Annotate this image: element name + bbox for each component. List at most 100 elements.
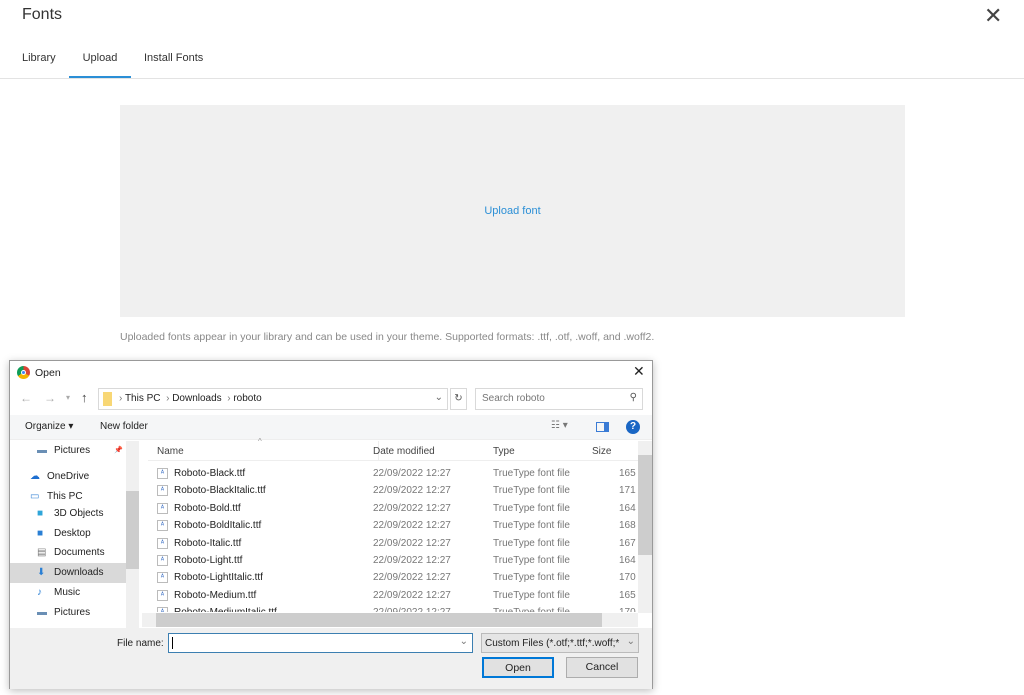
documents-icon: ▤ — [37, 547, 47, 558]
upload-font-link[interactable]: Upload font — [484, 205, 540, 217]
nav-item-onedrive[interactable]: ☁ OneDrive — [10, 467, 126, 487]
file-type: TrueType font file — [493, 502, 570, 514]
refresh-icon[interactable]: ↻ — [450, 388, 467, 410]
onedrive-icon: ☁ — [30, 471, 40, 482]
nav-item-label: This PC — [47, 491, 83, 502]
file-name-label: File name: — [117, 638, 164, 649]
close-icon[interactable]: ✕ — [984, 3, 1002, 29]
nav-item-label: Desktop — [54, 528, 91, 539]
navigation-pane: ▬ Pictures 📌 ☁ OneDrive ▭ This PC ■ 3D Objects ■ D… — [10, 441, 140, 628]
pin-icon: 📌 — [114, 447, 123, 454]
open-button[interactable]: Open — [482, 657, 554, 678]
tab-upload[interactable]: Upload — [69, 52, 131, 78]
file-type: TrueType font file — [493, 607, 570, 612]
file-row[interactable]: ᴬ Roboto-BoldItalic.ttf 22/09/2022 12:27 Tr… — [148, 518, 638, 535]
nav-item-downloads[interactable]: ⬇ Downloads — [10, 563, 126, 583]
recent-dropdown-icon[interactable]: ▾ — [66, 393, 70, 402]
file-date: 22/09/2022 12:27 — [373, 589, 451, 601]
nav-item-desktop[interactable]: ■ Desktop — [10, 524, 126, 544]
chevron-down-icon[interactable]: ⌄ — [460, 636, 468, 647]
pictures-icon: ▬ — [37, 445, 47, 456]
breadcrumb-roboto[interactable]: roboto — [233, 393, 261, 404]
file-name-input[interactable]: ⌄ — [168, 633, 473, 653]
file-name: Roboto-BlackItalic.ttf — [174, 485, 266, 497]
file-size: 165 K — [619, 589, 638, 601]
dialog-title: Open — [35, 367, 61, 379]
back-icon[interactable]: ← — [20, 391, 32, 405]
file-date: 22/09/2022 12:27 — [373, 468, 451, 479]
file-type-select[interactable]: Custom Files (*.otf;*.ttf;*.woff;* ⌄ — [481, 633, 639, 653]
toolbar: Organize ▾ New folder ☷ ▾ ? — [10, 415, 652, 440]
search-icon: ⚲ — [629, 392, 637, 403]
nav-item-pictures[interactable]: ▬ Pictures — [10, 603, 126, 623]
upload-dropzone[interactable]: Upload font — [120, 105, 905, 317]
nav-scrollbar[interactable] — [126, 441, 139, 628]
nav-item-pictures[interactable]: ▬ Pictures 📌 — [10, 441, 126, 461]
downloads-icon: ⬇ — [37, 567, 46, 578]
file-horizontal-scrollbar[interactable] — [142, 613, 638, 627]
organize-button[interactable]: Organize ▾ — [25, 421, 73, 432]
file-name: Roboto-MediumItalic.ttf — [174, 607, 277, 612]
file-name: Roboto-Medium.ttf — [174, 589, 257, 601]
file-type: TrueType font file — [493, 537, 570, 549]
file-name: Roboto-LightItalic.ttf — [174, 572, 263, 584]
nav-item-music[interactable]: ♪ Music — [10, 583, 126, 603]
file-date: 22/09/2022 12:27 — [373, 555, 451, 566]
file-row[interactable]: ᴬ Roboto-Bold.ttf 22/09/2022 12:27 TrueType… — [148, 501, 638, 518]
new-folder-button[interactable]: New folder — [100, 421, 148, 432]
file-date: 22/09/2022 12:27 — [373, 520, 451, 532]
dialog-footer: File name: ⌄ Custom Files (*.otf;*.ttf;*… — [10, 628, 652, 689]
file-name: Roboto-BoldItalic.ttf — [174, 520, 262, 532]
file-date: 22/09/2022 12:27 — [373, 572, 451, 584]
nav-item-label: 3D Objects — [54, 508, 104, 519]
upload-help-text: Uploaded fonts appear in your library an… — [120, 331, 655, 343]
file-name: Roboto-Italic.ttf — [174, 537, 242, 549]
file-row[interactable]: ᴬ Roboto-BlackItalic.ttf 22/09/2022 12:27 T… — [148, 483, 638, 500]
up-icon[interactable]: ↑ — [81, 390, 88, 405]
column-name[interactable]: Name — [157, 446, 184, 457]
file-row[interactable]: ᴬ Roboto-Light.ttf 22/09/2022 12:27 TrueTyp… — [148, 553, 638, 570]
font-file-icon: ᴬ — [157, 555, 168, 566]
nav-item-documents[interactable]: ▤ Documents — [10, 543, 126, 563]
file-type: TrueType font file — [493, 589, 570, 601]
forward-icon[interactable]: → — [44, 391, 56, 405]
file-type: TrueType font file — [493, 572, 570, 584]
column-type[interactable]: Type — [493, 446, 515, 457]
sort-up-icon: ^ — [258, 437, 262, 446]
column-size[interactable]: Size — [592, 446, 611, 457]
tab-install-fonts[interactable]: Install Fonts — [144, 52, 203, 78]
file-row[interactable]: ᴬ Roboto-LightItalic.ttf 22/09/2022 12:27 T… — [148, 570, 638, 587]
chevron-down-icon[interactable]: ⌄ — [435, 392, 443, 403]
dialog-close-icon[interactable]: ✕ — [633, 363, 645, 380]
preview-pane-icon[interactable] — [596, 422, 609, 432]
open-file-dialog: Open ✕ ← → ▾ ↑ › This PC › Downloads › r… — [9, 360, 653, 689]
address-bar[interactable]: › This PC › Downloads › roboto ⌄ — [98, 388, 448, 410]
desktop-icon: ■ — [37, 528, 44, 539]
font-file-icon: ᴬ — [157, 572, 168, 584]
file-row[interactable]: ᴬ Roboto-Medium.ttf 22/09/2022 12:27 TrueTy… — [148, 588, 638, 605]
view-options-icon[interactable]: ☷ ▾ — [551, 420, 568, 431]
chevron-down-icon: ⌄ — [626, 636, 635, 647]
file-date: 22/09/2022 12:27 — [373, 537, 451, 549]
search-input[interactable]: Search roboto ⚲ — [475, 388, 643, 410]
font-file-icon: ᴬ — [157, 537, 168, 549]
file-size: 170 K — [619, 607, 638, 612]
file-row[interactable]: ᴬ Roboto-Italic.ttf 22/09/2022 12:27 TrueTy… — [148, 536, 638, 553]
file-vertical-scrollbar[interactable] — [638, 441, 652, 613]
file-type: TrueType font file — [493, 555, 570, 566]
file-row[interactable]: ᴬ Roboto-Black.ttf 22/09/2022 12:27 TrueTyp… — [148, 466, 638, 483]
breadcrumb-this-pc[interactable]: This PC — [125, 393, 161, 404]
column-date-modified[interactable]: Date modified — [373, 446, 435, 457]
file-name: Roboto-Bold.ttf — [174, 502, 241, 514]
tab-library[interactable]: Library — [22, 52, 56, 78]
file-size: 167 K — [619, 537, 638, 549]
file-type-value: Custom Files (*.otf;*.ttf;*.woff;* — [485, 638, 620, 649]
help-icon[interactable]: ? — [626, 420, 640, 434]
font-file-icon: ᴬ — [157, 589, 168, 601]
file-row[interactable]: ᴬ Roboto-MediumItalic.ttf 22/09/2022 12:27… — [148, 605, 638, 612]
cancel-button[interactable]: Cancel — [566, 657, 638, 678]
page-title: Fonts — [22, 6, 63, 23]
file-size: 164 K — [619, 502, 638, 514]
nav-item-3d-objects[interactable]: ■ 3D Objects — [10, 504, 126, 524]
breadcrumb-downloads[interactable]: Downloads — [172, 393, 221, 404]
